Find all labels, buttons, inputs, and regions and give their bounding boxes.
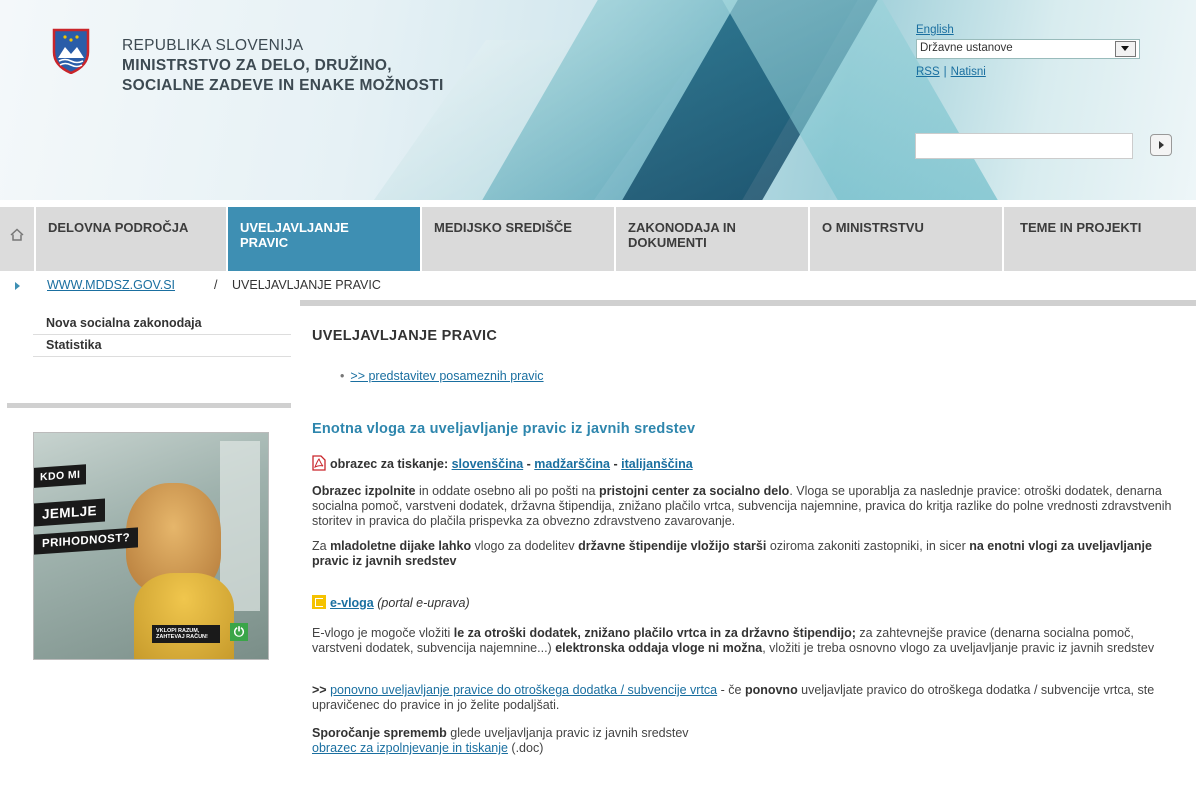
- bold-text: Sporočanje sprememb: [312, 726, 447, 740]
- breadcrumb-separator: /: [214, 278, 218, 292]
- banner-tag: JEMLJE: [34, 498, 105, 527]
- page-title: UVELJAVLJANJE PRAVIC: [312, 328, 498, 344]
- breadcrumb-arrow-icon: [15, 282, 20, 290]
- breadcrumb-home-link[interactable]: WWW.MDDSZ.GOV.SI: [47, 278, 175, 292]
- search-submit-button[interactable]: [1150, 134, 1172, 156]
- bold-text: državne štipendije vložijo starši: [578, 539, 767, 553]
- bullet: •: [340, 369, 345, 383]
- breadcrumb-current: UVELJAVLJANJE PRAVIC: [232, 278, 381, 292]
- nav-item-teme-in-projekti[interactable]: TEME IN PROJEKTI: [1004, 207, 1196, 271]
- bold-text: >>: [312, 683, 327, 697]
- text: glede uveljavljanja pravic iz javnih sre…: [446, 726, 689, 740]
- e-form-icon: [312, 595, 326, 609]
- nav-item-uveljavljanje-pravic[interactable]: UVELJAVLJANJE PRAVIC: [228, 207, 420, 271]
- sidebar-item-nova-socialna-zakonodaja[interactable]: Nova socialna zakonodaja: [33, 313, 291, 335]
- form-separator: -: [610, 457, 622, 471]
- nav-item-medijsko-sredisce[interactable]: MEDIJSKO SREDIŠČE: [422, 207, 614, 271]
- header-tools: English Državne ustanove RSS | Natisni: [916, 24, 1140, 78]
- play-arrow-icon: [1159, 141, 1164, 149]
- sidebar-item-label: Statistika: [46, 338, 102, 352]
- paragraph-renewal: >> ponovno uveljavljanje pravice do otro…: [312, 683, 1184, 713]
- nav-item-label: O MINISTRSTVU: [822, 220, 924, 235]
- brand-line-3: SOCIALNE ZADEVE IN ENAKE MOŽNOSTI: [122, 77, 444, 94]
- banner-tag: PRIHODNOST?: [34, 527, 139, 555]
- form-separator: -: [523, 457, 535, 471]
- english-language-link[interactable]: English: [916, 24, 1140, 36]
- banner-child-image: [134, 573, 234, 659]
- print-link[interactable]: Natisni: [951, 66, 986, 78]
- sidebar-item-statistika[interactable]: Statistika: [33, 335, 291, 357]
- ministry-title[interactable]: REPUBLIKA SLOVENIJA MINISTRSTVO ZA DELO,…: [122, 36, 444, 96]
- campaign-banner[interactable]: KDO MI JEMLJE PRIHODNOST? VKLOPI RAZUM, …: [33, 432, 269, 660]
- home-icon: [10, 228, 24, 241]
- renewal-link[interactable]: ponovno uveljavljanje pravice do otroške…: [330, 683, 717, 697]
- text: in oddate osebno ali po pošti na: [415, 484, 599, 498]
- sidebar-menu: Nova socialna zakonodaja Statistika: [33, 313, 291, 357]
- nav-item-delovna-podrocja[interactable]: DELOVNA PODROČJA: [36, 207, 226, 271]
- nav-item-label: UVELJAVLJANJE PRAVIC: [240, 220, 349, 250]
- pdf-icon: [312, 455, 326, 471]
- text: (.doc): [507, 741, 544, 755]
- nav-item-label: MEDIJSKO SREDIŠČE: [434, 220, 572, 235]
- evloga-line: e-vloga (portal e-uprava): [312, 595, 470, 610]
- paragraph-evloga: E-vlogo je mogoče vložiti le za otroški …: [312, 626, 1184, 656]
- paragraph-students: Za mladoletne dijake lahko vlogo za dode…: [312, 539, 1184, 569]
- main-navigation: DELOVNA PODROČJA UVELJAVLJANJE PRAVIC ME…: [0, 207, 1196, 271]
- rss-link[interactable]: RSS: [916, 66, 940, 78]
- paragraph-changes: Sporočanje sprememb glede uveljavljanja …: [312, 726, 1184, 756]
- content-divider: [300, 300, 1196, 306]
- search-input[interactable]: [915, 133, 1133, 159]
- banner-slogan: VKLOPI RAZUM, ZAHTEVAJ RAČUN!: [152, 625, 220, 643]
- bold-text: elektronska oddaja vloge ni možna: [555, 641, 763, 655]
- bold-text: le za otroški dodatek, znižano plačilo v…: [453, 626, 856, 640]
- nav-item-label: TEME IN PROJEKTI: [1020, 220, 1142, 235]
- text: Za: [312, 539, 331, 553]
- site-header: REPUBLIKA SLOVENIJA MINISTRSTVO ZA DELO,…: [0, 0, 1196, 200]
- power-icon: ⏻: [230, 623, 248, 641]
- institutions-select-value: Državne ustanove: [920, 42, 1013, 54]
- form-link-slovenscina[interactable]: slovenščina: [452, 457, 524, 471]
- paragraph-form-instructions: Obrazec izpolnite in oddate osebno ali p…: [312, 484, 1184, 529]
- text: E-vlogo je mogoče vložiti: [312, 626, 454, 640]
- sidebar-divider: [7, 403, 291, 408]
- evloga-link[interactable]: e-vloga: [330, 596, 374, 610]
- nav-item-label: ZAKONODAJA IN DOKUMENTI: [628, 220, 736, 250]
- nav-item-label: DELOVNA PODROČJA: [48, 220, 189, 235]
- bold-text: ponovno: [744, 683, 798, 697]
- text: oziroma zakoniti zastopniki, in sicer: [766, 539, 970, 553]
- bold-text: mladoletne dijake lahko: [330, 539, 472, 553]
- coat-of-arms-logo[interactable]: [52, 28, 90, 74]
- form-link-italijanscina[interactable]: italijanščina: [621, 457, 693, 471]
- list-item: • >> predstavitev posameznih pravic: [340, 369, 544, 383]
- utility-links: RSS | Natisni: [916, 66, 1140, 78]
- banner-window: [220, 441, 260, 611]
- text: vlogo za dodelitev: [471, 539, 579, 553]
- chevron-down-icon[interactable]: [1115, 41, 1136, 57]
- form-link-madzarscina[interactable]: madžarščina: [534, 457, 610, 471]
- bold-text: Obrazec izpolnite: [312, 484, 416, 498]
- utility-separator: |: [943, 66, 947, 78]
- section-title: Enotna vloga za uveljavljanje pravic iz …: [312, 421, 696, 437]
- forms-label: obrazec za tiskanje:: [330, 457, 449, 471]
- nav-item-o-ministrstvu[interactable]: O MINISTRSTVU: [810, 207, 1002, 271]
- evloga-note: (portal e-uprava): [377, 596, 470, 610]
- nav-home-button[interactable]: [0, 207, 34, 271]
- text: - če: [717, 683, 745, 697]
- changes-form-link[interactable]: obrazec za izpolnjevanje in tiskanje: [312, 741, 508, 755]
- text: , vložiti je treba osnovno vlogo za uvel…: [762, 641, 1155, 655]
- institutions-select[interactable]: Državne ustanove: [916, 39, 1140, 59]
- sidebar-item-label: Nova socialna zakonodaja: [46, 316, 202, 330]
- brand-line-2: MINISTRSTVO ZA DELO, DRUŽINO,: [122, 57, 392, 74]
- print-forms-line: obrazec za tiskanje: slovenščina - madža…: [312, 455, 693, 471]
- nav-item-zakonodaja-in-dokumenti[interactable]: ZAKONODAJA IN DOKUMENTI: [616, 207, 808, 271]
- banner-tag: KDO MI: [34, 464, 87, 488]
- rights-overview-link[interactable]: >> predstavitev posameznih pravic: [350, 369, 543, 383]
- brand-line-1: REPUBLIKA SLOVENIJA: [122, 37, 304, 54]
- bold-text: pristojni center za socialno delo: [598, 484, 790, 498]
